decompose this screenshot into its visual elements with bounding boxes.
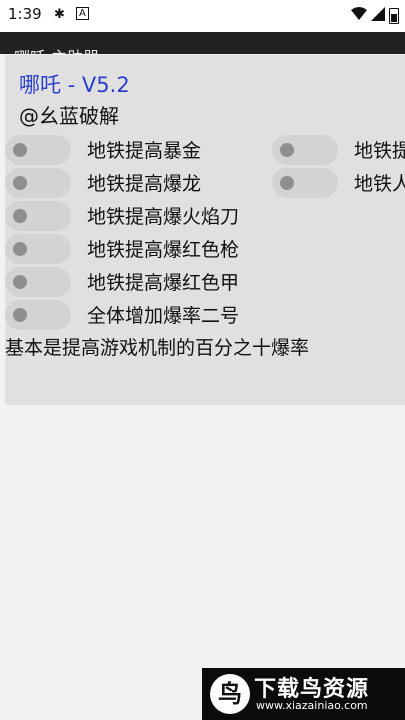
app-bar-title: 哪吒 主助器 — [14, 44, 99, 54]
toggle-knob — [13, 143, 27, 157]
toggle-label: 地铁人 — [354, 173, 405, 195]
toggle-switch[interactable] — [5, 267, 71, 297]
toggle-label: 全体增加爆率二号 — [87, 305, 240, 327]
wifi-icon — [351, 7, 367, 20]
toggle-label: 地铁提高爆红色枪 — [87, 239, 240, 261]
toggle-switch[interactable] — [5, 201, 71, 231]
toggle-knob — [13, 209, 27, 223]
toggle-knob — [280, 143, 294, 157]
toggle-switch[interactable] — [272, 168, 338, 198]
toggle-label: 地铁提高爆红色甲 — [87, 272, 240, 294]
app-bar: 哪吒 主助器 — [0, 32, 405, 54]
menu-subtitle: @幺蓝破解 — [19, 104, 119, 128]
toggle-knob — [13, 176, 27, 190]
footnote-text: 基本是提高游戏机制的百分之十爆率 — [5, 337, 310, 359]
toggle-label: 地铁提高爆火焰刀 — [87, 206, 240, 228]
a-icon: A — [76, 7, 89, 20]
debug-icon: ✱ — [54, 7, 65, 22]
mod-menu-card: 哪吒 - V5.2 @幺蓝破解 地铁提高暴金 地铁提高爆龙 地铁提高爆火焰刀 地… — [5, 55, 405, 405]
toggle-label: 地铁提高爆龙 — [87, 173, 202, 195]
toggle-knob — [13, 242, 27, 256]
toggle-switch[interactable] — [272, 135, 338, 165]
toggle-knob — [13, 308, 27, 322]
toggle-switch[interactable] — [5, 300, 71, 330]
toggle-knob — [280, 176, 294, 190]
toggle-label: 地铁提 — [354, 140, 405, 162]
menu-title: 哪吒 - V5.2 — [19, 73, 130, 97]
toggle-label: 地铁提高暴金 — [87, 140, 202, 162]
status-bar: 1:39 ✱ A — [0, 0, 405, 32]
bird-logo-icon: 鸟 — [210, 674, 250, 714]
toggle-knob — [13, 275, 27, 289]
status-time: 1:39 — [8, 5, 42, 23]
toggle-switch[interactable] — [5, 135, 71, 165]
watermark-banner: 鸟 下载鸟资源 www.xiazainiao.com — [202, 668, 405, 720]
signal-icon — [371, 7, 385, 21]
toggle-switch[interactable] — [5, 234, 71, 264]
watermark-url: www.xiazainiao.com — [256, 699, 368, 712]
toggle-switch[interactable] — [5, 168, 71, 198]
battery-icon — [389, 8, 399, 24]
